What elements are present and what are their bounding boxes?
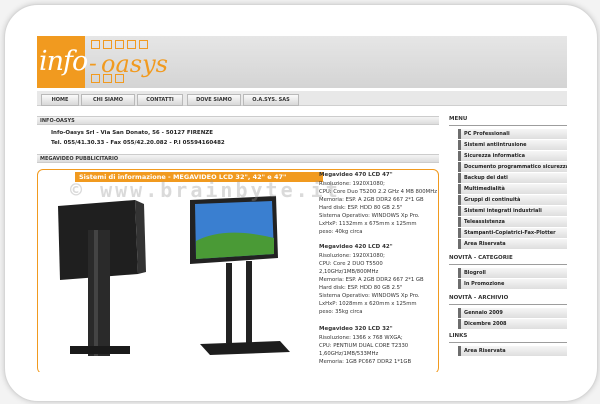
- product-spec: Risoluzione: 1366 x 768 WXGA;: [319, 335, 403, 341]
- category-blogroll[interactable]: Blogroll: [458, 268, 567, 278]
- menu-item-area-riservata[interactable]: Area Riservata: [458, 239, 567, 249]
- section-heading-megavideo: MEGAVIDEO PUBBLICITARIO: [37, 154, 439, 163]
- decor-square-icon: [91, 74, 100, 83]
- menu-item-teleassistenza[interactable]: Teleassistenza: [458, 217, 567, 227]
- browser-screen: info - oasys HOME CHI SIAMO CONTATTI DOV…: [37, 36, 567, 372]
- product-spec: LxHxP: 1132mm x 675mm x 125mm: [319, 221, 417, 227]
- nav-home[interactable]: HOME: [41, 94, 79, 106]
- product-spec: CPU: Core 2 DUO T5500: [319, 261, 383, 267]
- product-title: Megavideo 320 LCD 32": [319, 326, 393, 332]
- decor-square-icon: [91, 40, 100, 49]
- decor-square-icon: [139, 40, 148, 49]
- product-spec: CPU: Core Duo T5200 2.2 GHz 4 MB 800MHz: [319, 189, 437, 195]
- device-background: info - oasys HOME CHI SIAMO CONTATTI DOV…: [0, 0, 600, 404]
- category-in-promozione[interactable]: In Promozione: [458, 279, 567, 289]
- decor-square-icon: [103, 74, 112, 83]
- product-spec: Sistema Operativo: WINDOWS Xp Pro.: [319, 293, 420, 299]
- categories-heading: NOVITÀ - CATEGORIE: [449, 255, 513, 261]
- archive-gennaio-2009[interactable]: Gennaio 2009: [458, 308, 567, 318]
- menu-item-documento-programmatico[interactable]: Documento programmatico sicurezza: [458, 162, 567, 172]
- nav-dove-siamo[interactable]: DOVE SIAMO: [187, 94, 241, 106]
- product-spec: Memoria: ESP. A 2GB DDR2 667 2*1 GB: [319, 277, 424, 283]
- decor-square-icon: [103, 40, 112, 49]
- menu-item-multimedialita[interactable]: Multimedialità: [458, 184, 567, 194]
- archive-dicembre-2008[interactable]: Dicembre 2008: [458, 319, 567, 329]
- decor-square-icon: [115, 74, 124, 83]
- product-spec: peso: 40kg circa: [319, 229, 363, 235]
- megavideo-product-image: [58, 196, 290, 356]
- product-spec: Memoria: ESP. A 2GB DDR2 667 2*1 GB: [319, 197, 424, 203]
- nav-oasys-sas[interactable]: O.A.SYS. SAS: [243, 94, 299, 106]
- product-title: Megavideo 420 LCD 42": [319, 244, 393, 250]
- decor-square-icon: [127, 40, 136, 49]
- divider: [449, 264, 567, 265]
- links-heading: LINKS: [449, 333, 468, 339]
- menu-heading: MENU: [449, 116, 468, 122]
- menu-item-sicurezza-informatica[interactable]: Sicurezza informatica: [458, 151, 567, 161]
- tablet-frame: info - oasys HOME CHI SIAMO CONTATTI DOV…: [4, 4, 598, 402]
- product-spec: peso: 35kg circa: [319, 309, 363, 315]
- product-spec: Hard disk: ESP. HDD 80 GB 2.5": [319, 205, 403, 211]
- menu-item-pc-professionali[interactable]: PC Professionali: [458, 129, 567, 139]
- logo-info-text: info: [39, 46, 88, 77]
- product-spec: 2,10GHz/1MB/800MHz: [319, 269, 379, 275]
- product-spec: Memoria: 1GB PC667 DDR2 1*1GB: [319, 359, 412, 365]
- product-spec: Risoluzione: 1920X1080;: [319, 181, 385, 187]
- menu-item-backup[interactable]: Backup dei dati: [458, 173, 567, 183]
- product-spec: Sistema Operativo: WINDOWS Xp Pro.: [319, 213, 420, 219]
- link-area-riservata[interactable]: Area Riservata: [458, 346, 567, 356]
- product-spec: 1,60GHz/1MB/533MHz: [319, 351, 379, 357]
- product-spec: Hard disk: ESP. HDD 80 GB 2.5": [319, 285, 403, 291]
- nav-chi-siamo[interactable]: CHI SIAMO: [81, 94, 135, 106]
- menu-item-sistemi-antiintrusione[interactable]: Sistemi antiintrusione: [458, 140, 567, 150]
- divider: [449, 342, 567, 343]
- menu-item-sistemi-integrati[interactable]: Sistemi integrati industriali: [458, 206, 567, 216]
- decor-square-icon: [115, 40, 124, 49]
- company-contacts: Tel. 055/41.30.33 - Fax 055/42.20.082 - …: [51, 140, 225, 146]
- nav-contatti[interactable]: CONTATTI: [137, 94, 183, 106]
- watermark-text: © www.brainbyte.it: [70, 178, 341, 202]
- archive-heading: NOVITÀ - ARCHIVIO: [449, 295, 509, 301]
- menu-item-stampanti[interactable]: Stampanti-Copiatrici-Fax-Plotter: [458, 228, 567, 238]
- company-address: Info-Oasys Srl - Via San Donato, 56 - 50…: [51, 130, 214, 136]
- section-heading-info-oasys: INFO-OASYS: [37, 116, 439, 125]
- divider: [449, 125, 567, 126]
- product-spec: Risoluzione: 1920X1080;: [319, 253, 385, 259]
- product-spec: CPU: PENTIUM DUAL CORE T2330: [319, 343, 409, 349]
- divider: [449, 304, 567, 305]
- menu-item-gruppi-continuita[interactable]: Gruppi di continuità: [458, 195, 567, 205]
- product-spec: LxHxP: 1028mm x 620mm x 125mm: [319, 301, 417, 307]
- product-title: Megavideo 470 LCD 47": [319, 172, 393, 178]
